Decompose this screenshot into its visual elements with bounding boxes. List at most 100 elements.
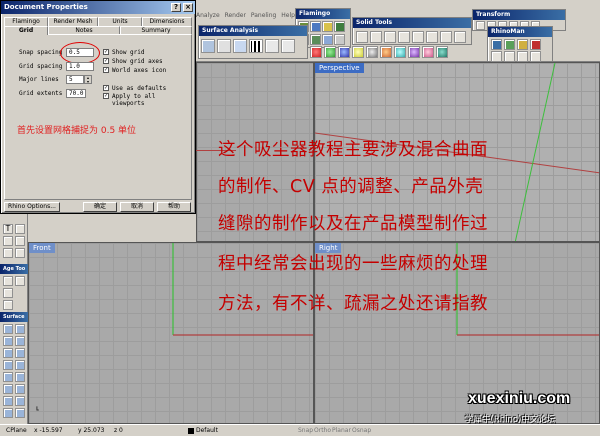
use-as-defaults-checkbox[interactable]: ✓ — [103, 85, 109, 91]
srf-blend-icon[interactable] — [15, 372, 25, 382]
menu-paneling[interactable]: Paneling — [251, 12, 276, 19]
zebra-icon[interactable] — [249, 39, 263, 53]
flamingo-sun-icon[interactable] — [334, 21, 345, 32]
rhinoman-scene-icon[interactable] — [504, 51, 515, 62]
age-tool-4-icon[interactable] — [3, 300, 13, 310]
boolean-union-icon[interactable] — [356, 31, 368, 43]
shade-sphere-orange-icon[interactable] — [380, 46, 392, 58]
tutorial-line-2: 的制作、CV 点的调整、产品外壳 — [218, 177, 484, 197]
major-lines-input[interactable]: 5 — [66, 75, 84, 84]
rhinoman-render-icon[interactable] — [491, 39, 502, 50]
shade-sphere-teal-icon[interactable] — [436, 46, 448, 58]
srf-sweep1-icon[interactable] — [15, 336, 25, 346]
flamingo-env-icon[interactable] — [322, 34, 333, 45]
srf-plane-icon[interactable] — [3, 396, 13, 406]
tab-units[interactable]: Units — [98, 17, 142, 26]
flamingo-options-icon[interactable] — [334, 34, 345, 45]
points-off-icon[interactable] — [281, 39, 295, 53]
status-osnap[interactable]: Osnap — [352, 425, 371, 436]
status-planar[interactable]: Planar — [332, 425, 351, 436]
shade-sphere-pink-icon[interactable] — [422, 46, 434, 58]
shade-sphere-gray-icon[interactable] — [366, 46, 378, 58]
cap-holes-icon[interactable] — [412, 31, 424, 43]
status-snap[interactable]: Snap — [298, 425, 313, 436]
tab-render-mesh[interactable]: Render Mesh — [48, 17, 98, 26]
boolean-split-icon[interactable] — [398, 31, 410, 43]
srf-edge-icon[interactable] — [15, 324, 25, 334]
rhinoman-export-icon[interactable] — [517, 51, 528, 62]
srf-trim-icon[interactable] — [15, 396, 25, 406]
show-grid-axes-checkbox[interactable]: ✓ — [103, 58, 109, 64]
flamingo-material-icon[interactable] — [310, 21, 321, 32]
shade-sphere-yellow-icon[interactable] — [352, 46, 364, 58]
srf-loft-icon[interactable] — [3, 336, 13, 346]
group-tool-icon[interactable] — [15, 236, 25, 246]
srf-patch-icon[interactable] — [15, 360, 25, 370]
rhino-options-button[interactable]: Rhino Options... — [4, 202, 60, 212]
dimension-tool-icon[interactable] — [15, 224, 25, 234]
srf-offset-icon[interactable] — [3, 384, 13, 394]
show-grid-checkbox[interactable]: ✓ — [103, 49, 109, 55]
srf-sweep2-icon[interactable] — [3, 348, 13, 358]
status-layer[interactable]: Default — [196, 425, 218, 436]
status-x: x -15.597 — [34, 427, 63, 434]
edge-analysis-icon[interactable] — [265, 39, 279, 53]
age-tool-1-icon[interactable] — [3, 276, 13, 286]
status-ortho[interactable]: Ortho — [314, 425, 331, 436]
srf-join-icon[interactable] — [15, 408, 25, 418]
age-tool-2-icon[interactable] — [15, 276, 25, 286]
shade-sphere-purple-icon[interactable] — [408, 46, 420, 58]
shade-sphere-blue-icon[interactable] — [338, 46, 350, 58]
layer-tool-icon[interactable] — [3, 248, 13, 258]
extract-srf-icon[interactable] — [426, 31, 438, 43]
cancel-button[interactable]: 取消 — [120, 202, 154, 212]
rhinoman-stop-icon[interactable] — [530, 39, 541, 50]
flamingo-light-icon[interactable] — [322, 21, 333, 32]
rhinoman-settings-icon[interactable] — [530, 51, 541, 62]
boolean-diff-icon[interactable] — [370, 31, 382, 43]
grid-spacing-input[interactable]: 1.0 — [66, 62, 94, 71]
shade-sphere-red-icon[interactable] — [310, 46, 322, 58]
shell-icon[interactable] — [454, 31, 466, 43]
world-axes-icon-checkbox[interactable]: ✓ — [103, 67, 109, 73]
grid-extents-input[interactable]: 70.0 — [66, 89, 86, 98]
major-lines-stepper[interactable]: ▴ ▾ — [84, 75, 92, 84]
srf-split-icon[interactable] — [3, 408, 13, 418]
age-tool-3-icon[interactable] — [3, 288, 13, 298]
apply-all-viewports-checkbox[interactable]: ✓ — [103, 93, 109, 99]
ok-button[interactable]: 确定 — [83, 202, 117, 212]
layer-color-swatch[interactable] — [188, 428, 194, 434]
move-icon[interactable] — [476, 21, 485, 30]
status-z: z 0 — [114, 427, 123, 434]
rhinoman-shader-icon[interactable] — [504, 39, 515, 50]
tab-dimensions[interactable]: Dimensions — [142, 17, 192, 26]
menu-bar: Analyze Render Paneling Help — [196, 12, 306, 21]
shade-sphere-cyan-icon[interactable] — [394, 46, 406, 58]
fillet-edge-icon[interactable] — [440, 31, 452, 43]
hatch-tool-icon[interactable] — [3, 236, 13, 246]
srf-network-icon[interactable] — [3, 360, 13, 370]
dialog-help-button[interactable]: ? — [171, 3, 181, 12]
tab-grid[interactable]: Grid — [4, 26, 48, 35]
curvature-icon[interactable] — [201, 39, 215, 53]
menu-render[interactable]: Render — [225, 12, 246, 19]
shade-sphere-green-icon[interactable] — [324, 46, 336, 58]
tab-flamingo[interactable]: Flamingo — [4, 17, 48, 26]
dialog-close-button[interactable]: × — [183, 3, 193, 12]
rhinoman-camera-icon[interactable] — [491, 51, 502, 62]
text-tool-icon[interactable]: T — [3, 224, 13, 234]
block-tool-icon[interactable] — [15, 248, 25, 258]
flamingo-tree-icon[interactable] — [310, 34, 321, 45]
draft-angle-icon[interactable] — [217, 39, 231, 53]
document-properties-dialog: Document Properties ? × Flamingo Render … — [0, 0, 196, 214]
srf-revolve-icon[interactable] — [15, 348, 25, 358]
srf-corner-icon[interactable] — [3, 324, 13, 334]
boolean-intersect-icon[interactable] — [384, 31, 396, 43]
srf-fillet-icon[interactable] — [15, 384, 25, 394]
rhinoman-light-icon[interactable] — [517, 39, 528, 50]
env-map-icon[interactable] — [233, 39, 247, 53]
help-button[interactable]: 帮助 — [157, 202, 191, 212]
menu-analyze[interactable]: Analyze — [196, 12, 220, 19]
srf-extrude-icon[interactable] — [3, 372, 13, 382]
menu-help[interactable]: Help — [281, 12, 295, 19]
